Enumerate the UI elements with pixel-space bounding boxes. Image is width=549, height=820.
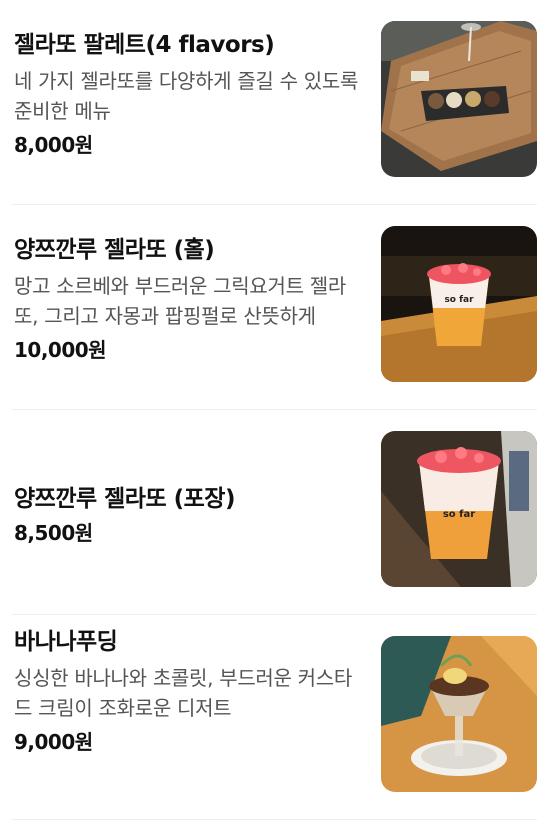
menu-item-description: 네 가지 젤라또를 다양하게 즐길 수 있도록 준비한 메뉴 [14, 69, 359, 123]
gelato-palette-image [381, 21, 537, 177]
banana-pudding-photo[interactable] [381, 636, 537, 792]
menu-item-text: 양쯔깐루 젤라또 (홀) 망고 소르베와 부드러운 그릭요거트 젤라또, 그리고… [14, 235, 366, 363]
menu-item-description: 망고 소르베와 부드러운 그릭요거트 젤라또, 그리고 자몽과 팝핑펄로 산뜻하… [14, 274, 346, 328]
menu-item-price: 8,000원 [14, 133, 93, 157]
menu-item-name: 젤라또 팔레트(4 flavors) [14, 32, 275, 58]
cup-brand-label: so far [444, 295, 474, 305]
mango-gelato-cup-photo[interactable]: so far [381, 226, 537, 382]
menu-item-name: 바나나푸딩 [14, 629, 118, 655]
menu-item-banana-pudding[interactable]: 바나나푸딩 싱싱한 바나나와 초콜릿, 부드러운 커스타드 크림이 조화로운 디… [12, 615, 537, 820]
menu-item-text: 양쯔깐루 젤라또 (포장) 8,500원 [14, 484, 366, 546]
menu-item-price: 9,000원 [14, 730, 93, 754]
menu-item-name: 양쯔깐루 젤라또 (포장) [14, 486, 235, 512]
menu-item-name: 양쯔깐루 젤라또 (홀) [14, 237, 215, 263]
menu-item-text: 젤라또 팔레트(4 flavors) 네 가지 젤라또를 다양하게 즐길 수 있… [14, 30, 366, 158]
banana-pudding-image [381, 636, 537, 792]
gelato-palette-photo[interactable] [381, 21, 537, 177]
mango-gelato-cup-image: so far [381, 226, 537, 382]
cup-brand-label: so far [443, 509, 475, 520]
menu-item-mango-gelato-takeout[interactable]: 양쯔깐루 젤라또 (포장) 8,500원 so far [12, 410, 537, 615]
menu-item-price: 8,500원 [14, 521, 93, 545]
mango-gelato-takeout-image: so far [381, 431, 537, 587]
menu-item-gelato-palette[interactable]: 젤라또 팔레트(4 flavors) 네 가지 젤라또를 다양하게 즐길 수 있… [12, 0, 537, 205]
menu-item-description: 싱싱한 바나나와 초콜릿, 부드러운 커스타드 크림이 조화로운 디저트 [14, 666, 352, 720]
menu-item-mango-gelato-hall[interactable]: 양쯔깐루 젤라또 (홀) 망고 소르베와 부드러운 그릭요거트 젤라또, 그리고… [12, 205, 537, 410]
menu-item-text: 바나나푸딩 싱싱한 바나나와 초콜릿, 부드러운 커스타드 크림이 조화로운 디… [14, 627, 366, 755]
menu-list: 젤라또 팔레트(4 flavors) 네 가지 젤라또를 다양하게 즐길 수 있… [0, 0, 549, 820]
menu-item-price: 10,000원 [14, 338, 107, 362]
mango-gelato-takeout-photo[interactable]: so far [381, 431, 537, 587]
